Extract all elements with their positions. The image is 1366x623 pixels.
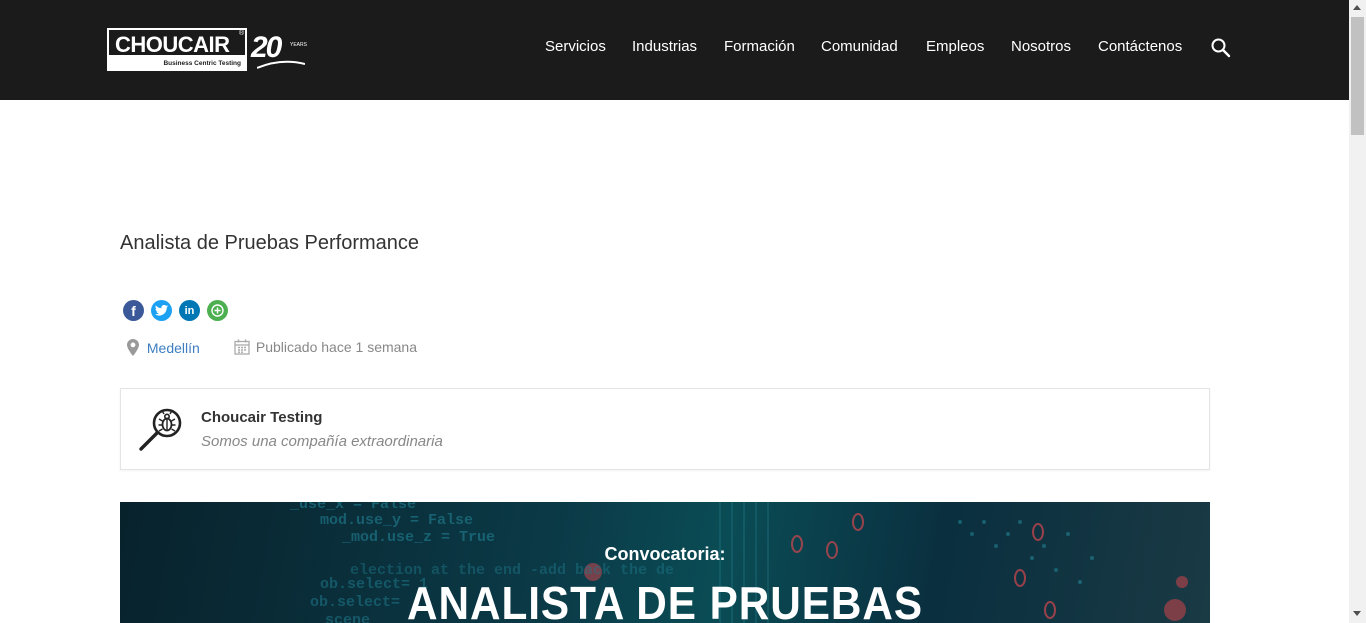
bug-magnifier-icon — [139, 408, 182, 451]
twitter-icon[interactable] — [151, 300, 172, 321]
scroll-down-arrow-icon[interactable] — [1353, 611, 1361, 616]
nav-industrias[interactable]: Industrias — [632, 38, 697, 55]
search-icon[interactable] — [1210, 37, 1232, 59]
nav-nosotros[interactable]: Nosotros — [1011, 38, 1071, 55]
location-link[interactable]: Medellín — [147, 340, 200, 356]
nav-formacion[interactable]: Formación — [724, 38, 795, 55]
banner-convocatoria: Convocatoria: — [604, 544, 726, 564]
linkedin-icon[interactable]: in — [179, 300, 200, 321]
scroll-up-arrow-icon[interactable] — [1353, 5, 1361, 10]
code-line: mod.use_y = False — [320, 512, 474, 529]
logo-years: YEARS — [290, 42, 307, 48]
page-scrollbar[interactable] — [1349, 0, 1366, 623]
choucair-logo[interactable]: CHOUCAIR Business Centric Testing ® 20 Y… — [107, 28, 307, 73]
site-header: CHOUCAIR Business Centric Testing ® 20 Y… — [0, 0, 1349, 100]
linkedin-glyph: in — [184, 304, 195, 317]
job-posted: Publicado hace 1 semana — [234, 339, 417, 355]
logo-registered: ® — [239, 30, 245, 37]
map-pin-icon — [127, 339, 139, 356]
job-location: Medellín — [127, 339, 200, 356]
job-banner-image: _use_x = False mod.use_y = False _mod.us… — [120, 502, 1210, 623]
logo-tagline: Business Centric Testing — [163, 60, 241, 67]
logo-tagline-strip: Business Centric Testing — [109, 55, 245, 69]
more-share-icon[interactable] — [207, 300, 228, 321]
facebook-glyph: f — [131, 302, 136, 319]
company-card: Choucair Testing Somos una compañía extr… — [120, 388, 1210, 470]
job-title: Analista de Pruebas Performance — [120, 232, 420, 254]
scrollbar-thumb[interactable] — [1351, 17, 1364, 135]
logo-box: CHOUCAIR Business Centric Testing — [107, 28, 247, 71]
calendar-icon — [234, 339, 250, 355]
nav-comunidad[interactable]: Comunidad — [821, 38, 898, 55]
facebook-icon[interactable]: f — [123, 300, 144, 321]
logo-swoosh-icon — [257, 60, 305, 69]
nav-servicios[interactable]: Servicios — [545, 38, 606, 55]
company-tagline: Somos una compañía extraordinaria — [201, 433, 443, 450]
share-plus-glyph — [211, 304, 224, 317]
company-name: Choucair Testing — [201, 409, 323, 426]
nav-contactenos[interactable]: Contáctenos — [1098, 38, 1182, 55]
nav-empleos[interactable]: Empleos — [926, 38, 984, 55]
banner-headline: ANALISTA DE PRUEBAS — [407, 577, 923, 623]
posted-text: Publicado hace 1 semana — [255, 339, 417, 355]
twitter-bird-glyph — [155, 305, 168, 316]
